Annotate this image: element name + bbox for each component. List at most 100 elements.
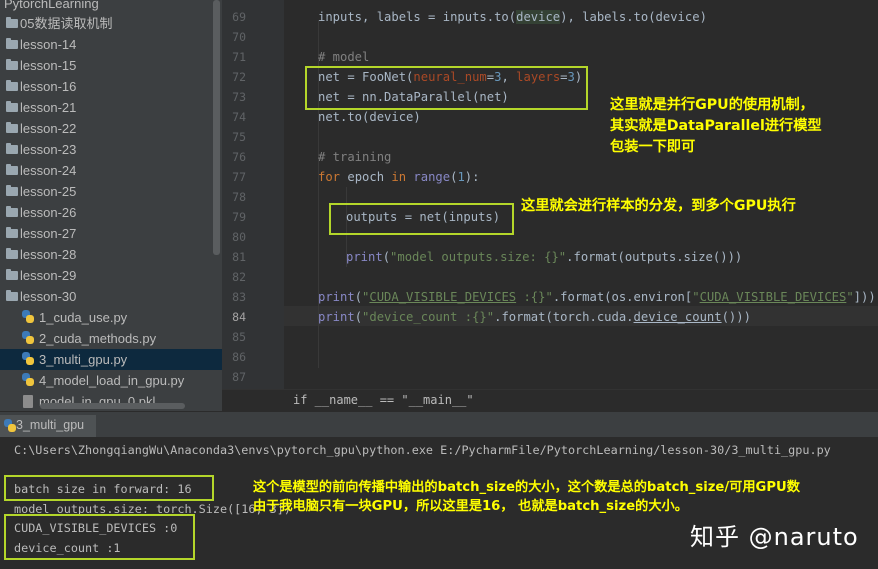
tree-item-label: lesson-21 (20, 100, 77, 115)
python-file-icon (22, 310, 34, 323)
line-number: 78 (232, 190, 246, 204)
tree-item-root[interactable]: PytorchLearning (0, 0, 222, 14)
file-icon (23, 395, 33, 408)
line-number: 77 (232, 170, 246, 184)
tree-item-file-selected[interactable]: 3_multi_gpu.py (0, 349, 222, 370)
folder-icon (6, 38, 18, 49)
tree-item-file[interactable]: 2_cuda_methods.py (0, 328, 222, 349)
folder-icon (6, 290, 18, 301)
tree-vertical-scrollbar[interactable] (213, 0, 220, 255)
annotation-note: 由于我电脑只有一块GPU，所以这里是16， 也就是batch_size的大小。 (253, 499, 688, 514)
editor-breadcrumb-bar: if __name__ == "__main__" (222, 389, 878, 412)
tree-item-label: 2_cuda_methods.py (39, 331, 157, 346)
line-number: 69 (232, 10, 246, 24)
tree-item-folder[interactable]: lesson-24 (0, 160, 222, 181)
code-line: inputs, labels = inputs.to(device), labe… (318, 10, 707, 24)
tree-item-folder[interactable]: lesson-28 (0, 244, 222, 265)
tree-item-label: 4_model_load_in_gpu.py (39, 373, 185, 388)
tree-item-label: lesson-23 (20, 142, 77, 157)
tree-item-file[interactable]: 1_cuda_use.py (0, 307, 222, 328)
run-tab-label: 3_multi_gpu (16, 418, 85, 432)
line-number: 80 (232, 230, 246, 244)
zhihu-watermark: 知乎 @naruto (690, 523, 859, 551)
code-line: for epoch in range(1): (318, 170, 480, 184)
folder-icon (6, 59, 18, 70)
line-number: 85 (232, 330, 246, 344)
line-number: 76 (232, 150, 246, 164)
folder-icon (6, 17, 18, 28)
annotation-note: 包装一下即可 (610, 139, 696, 155)
code-line: print("model outputs.size: {}".format(ou… (346, 250, 743, 264)
annotation-note: 这里就是并行GPU的使用机制， (610, 97, 814, 113)
tree-item-folder[interactable]: lesson-22 (0, 118, 222, 139)
tree-item-folder[interactable]: lesson-15 (0, 55, 222, 76)
tree-item-label: 3_multi_gpu.py (39, 352, 128, 367)
annotation-box-batch-size (4, 475, 214, 501)
folder-icon (6, 248, 18, 259)
tree-item-folder-open[interactable]: lesson-30 (0, 286, 222, 307)
tree-item-folder[interactable]: lesson-14 (0, 34, 222, 55)
tree-item-folder[interactable]: lesson-25 (0, 181, 222, 202)
line-number: 81 (232, 250, 246, 264)
tree-item-folder[interactable]: 05数据读取机制 (0, 13, 222, 34)
line-number: 72 (232, 70, 246, 84)
line-number: 74 (232, 110, 246, 124)
run-tab[interactable]: 3_multi_gpu (0, 415, 96, 439)
tree-item-folder[interactable]: lesson-29 (0, 265, 222, 286)
line-number: 87 (232, 370, 246, 384)
code-line-comment: # training (318, 150, 392, 164)
folder-icon (6, 143, 18, 154)
tree-item-label: lesson-30 (20, 289, 77, 304)
project-tree: PytorchLearning 05数据读取机制 lesson-14 lesso… (0, 0, 222, 411)
tree-item-label: 05数据读取机制 (20, 16, 113, 31)
tree-item-folder[interactable]: lesson-26 (0, 202, 222, 223)
folder-icon (6, 206, 18, 217)
tree-item-label: lesson-26 (20, 205, 77, 220)
tree-item-label: lesson-15 (20, 58, 77, 73)
folder-icon (6, 185, 18, 196)
annotation-box-devices (4, 514, 195, 560)
line-number: 71 (232, 50, 246, 64)
folder-icon (6, 80, 18, 91)
code-line-comment: # model (318, 50, 370, 64)
annotation-box-model (305, 66, 588, 110)
code-line: net.to(device) (318, 110, 421, 124)
line-number: 75 (232, 130, 246, 144)
folder-icon (6, 101, 18, 112)
annotation-note: 这个是模型的前向传播中输出的batch_size的大小，这个数是总的batch_… (253, 480, 800, 495)
line-number: 79 (232, 210, 246, 224)
tree-item-folder[interactable]: lesson-16 (0, 76, 222, 97)
tree-item-label: 1_cuda_use.py (39, 310, 128, 325)
tree-item-folder[interactable]: lesson-27 (0, 223, 222, 244)
code-editor[interactable]: inputs, labels = inputs.to(device), labe… (284, 0, 878, 389)
tree-item-file[interactable]: 4_model_load_in_gpu.py (0, 370, 222, 391)
folder-icon (6, 227, 18, 238)
folder-icon (6, 164, 18, 175)
tree-item-label: lesson-28 (20, 247, 77, 262)
python-file-icon (22, 331, 34, 344)
line-number: 83 (232, 290, 246, 304)
line-number-current: 84 (232, 310, 246, 324)
python-file-icon (22, 352, 34, 365)
tree-item-folder[interactable]: lesson-23 (0, 139, 222, 160)
tree-item-label: lesson-22 (20, 121, 77, 136)
code-line: print("CUDA_VISIBLE_DEVICES :{}".format(… (318, 290, 876, 304)
annotation-note: 其实就是DataParallel进行模型 (610, 118, 822, 134)
line-number: 70 (232, 30, 246, 44)
code-line-current: print("device_count :{}".format(torch.cu… (318, 310, 751, 324)
pycharm-window: PytorchLearning 05数据读取机制 lesson-14 lesso… (0, 0, 878, 569)
tree-item-label: lesson-29 (20, 268, 77, 283)
tree-item-label: lesson-25 (20, 184, 77, 199)
tree-horizontal-scrollbar[interactable] (40, 403, 185, 409)
python-run-icon (4, 419, 16, 432)
python-file-icon (22, 373, 34, 386)
line-number: 86 (232, 350, 246, 364)
breadcrumb[interactable]: if __name__ == "__main__" (293, 393, 474, 407)
console-line: C:\Users\ZhongqiangWu\Anaconda3\envs\pyt… (14, 443, 831, 457)
tree-item-label: lesson-27 (20, 226, 77, 241)
tree-item-label: lesson-16 (20, 79, 77, 94)
line-number-gutter: 69 70 71 72 73 74 75 76 77 78 79 80 81 8… (222, 0, 284, 389)
tree-item-folder[interactable]: lesson-21 (0, 97, 222, 118)
line-number: 73 (232, 90, 246, 104)
tree-item-label: PytorchLearning (4, 0, 99, 11)
